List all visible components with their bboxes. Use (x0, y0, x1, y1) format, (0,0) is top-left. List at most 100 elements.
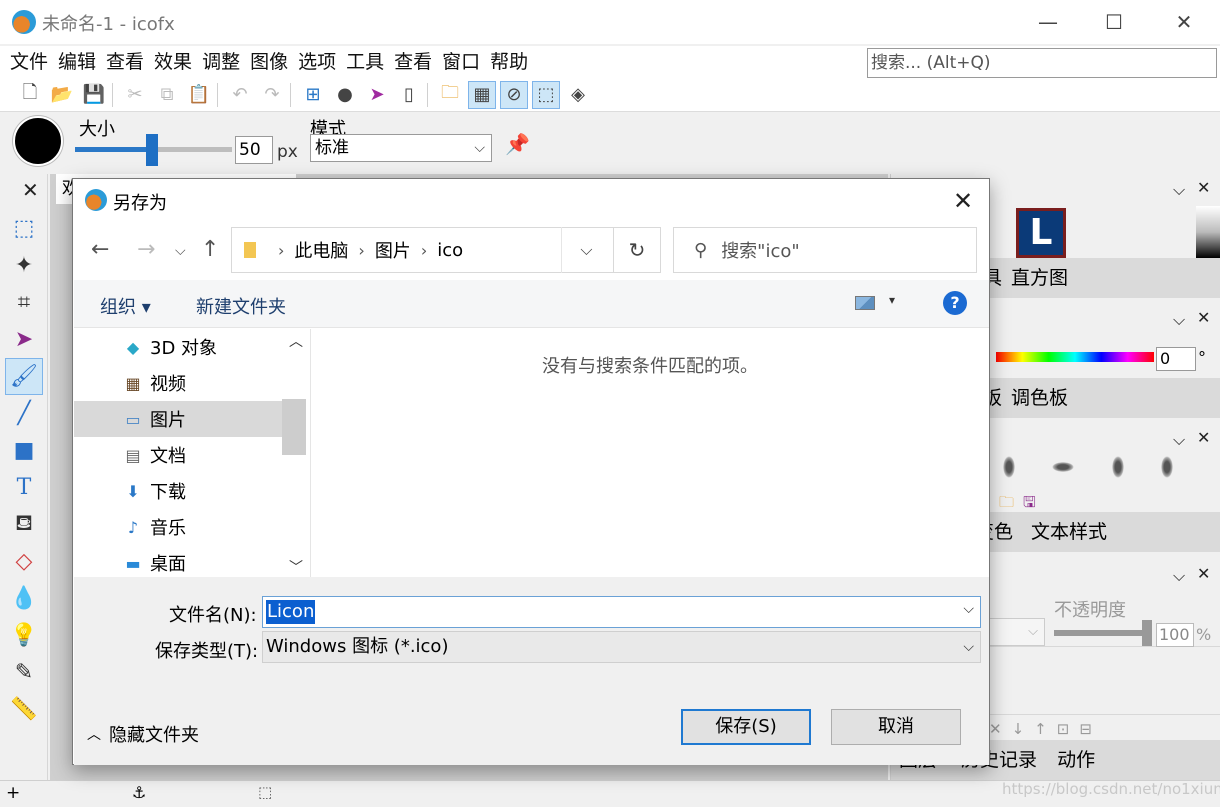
nav-item-downloads[interactable]: ⬇ 下载 (74, 473, 282, 509)
open-folder-icon[interactable]: 📂 (48, 81, 76, 109)
chevron-down-icon[interactable]: ⌵ (963, 601, 974, 617)
fill-bucket-icon[interactable]: ⛾ (0, 506, 48, 543)
move-icon[interactable]: ➤ (0, 321, 48, 358)
paste-icon[interactable]: 📋 (185, 81, 213, 109)
menu-window[interactable]: 窗口 (437, 46, 485, 78)
view-options-icon[interactable] (855, 296, 875, 310)
minimize-button[interactable]: — (1028, 8, 1068, 36)
cursor-icon[interactable]: ➤ (363, 81, 391, 109)
brush-icon[interactable]: 🖌 (5, 358, 43, 395)
brush-shape[interactable] (1052, 462, 1075, 472)
nav-item-videos[interactable]: ▦ 视频 (74, 365, 282, 401)
folder-search-input[interactable]: ⚲ 搜索"ico" (673, 227, 977, 273)
hide-folders-toggle[interactable]: ︿ 隐藏文件夹 (87, 721, 199, 747)
hue-slider[interactable] (996, 352, 1154, 362)
nav-item-pictures[interactable]: ▭ 图片 (74, 401, 282, 437)
panel-collapse-icon[interactable]: ⌵ (1173, 180, 1185, 200)
merge-down-icon[interactable]: ⊡ (1057, 720, 1070, 738)
brush-preview[interactable] (13, 116, 63, 166)
recent-chevron-icon[interactable]: ⌵ (175, 243, 186, 259)
close-icon[interactable]: ✕ (22, 178, 39, 202)
up-arrow-icon[interactable]: ↑ (201, 237, 219, 262)
tab-text-style[interactable]: 文本样式 (1031, 521, 1107, 543)
apple-icon[interactable]: ● (331, 81, 359, 109)
maximize-button[interactable]: ☐ (1094, 8, 1134, 36)
close-icon[interactable]: ✕ (953, 187, 973, 215)
delete-layer-icon[interactable]: ✕ (989, 720, 1002, 738)
selection-frame-icon[interactable]: ⬚ (532, 80, 560, 109)
phone-icon[interactable]: ▯ (395, 81, 423, 109)
checkerboard-icon[interactable]: ▦ (468, 80, 496, 109)
panel-close-icon[interactable]: ✕ (1197, 428, 1210, 447)
refresh-button[interactable]: ↻ (613, 227, 661, 273)
opacity-input[interactable]: 100 (1156, 623, 1194, 647)
size-slider-thumb[interactable] (146, 134, 158, 166)
menu-adjust[interactable]: 调整 (197, 46, 245, 78)
nav-item-3d-objects[interactable]: ◆ 3D 对象 (74, 329, 282, 365)
cut-icon[interactable]: ✂ (121, 81, 149, 109)
flatten-icon[interactable]: ⊟ (1079, 720, 1092, 738)
panel-close-icon[interactable]: ✕ (1197, 564, 1210, 583)
layer-up-icon[interactable]: ↑ (1034, 720, 1047, 738)
filename-input[interactable]: Licon ⌵ (262, 596, 981, 628)
menu-view-2[interactable]: 查看 (389, 46, 437, 78)
scroll-up-icon[interactable]: ︿ (289, 331, 303, 351)
rectangle-icon[interactable]: ■ (0, 432, 48, 469)
forward-arrow-icon[interactable]: → (137, 237, 155, 262)
panel-collapse-icon[interactable]: ⌵ (1173, 566, 1185, 586)
panel-collapse-icon[interactable]: ⌵ (1173, 310, 1185, 330)
nav-scrollbar-thumb[interactable] (282, 399, 306, 455)
preview-thumbnail[interactable]: L (1016, 208, 1066, 258)
help-button[interactable]: ? (943, 291, 967, 315)
nav-item-documents[interactable]: ▤ 文档 (74, 437, 282, 473)
text-icon[interactable]: T (0, 469, 48, 506)
menu-image[interactable]: 图像 (245, 46, 293, 78)
eraser-icon[interactable]: ◇ (0, 543, 48, 580)
hue-input[interactable]: 0 (1156, 347, 1196, 371)
pin-icon[interactable]: 📌 (505, 132, 530, 156)
menu-tools[interactable]: 工具 (341, 46, 389, 78)
transparency-icon[interactable]: ⊘ (500, 80, 528, 109)
menu-view[interactable]: 查看 (101, 46, 149, 78)
opacity-slider-track[interactable] (1054, 630, 1148, 636)
breadcrumb-pictures[interactable]: 图片 (375, 237, 411, 263)
nav-item-music[interactable]: ♪ 音乐 (74, 509, 282, 545)
layers-icon[interactable]: ◈ (564, 81, 592, 109)
marquee-icon[interactable]: ⬚ (0, 210, 48, 247)
close-window-button[interactable]: ✕ (1164, 8, 1204, 36)
breadcrumb-ico[interactable]: ico (437, 240, 463, 261)
opacity-slider-thumb[interactable] (1142, 620, 1152, 646)
save-button[interactable]: 保存(S) (681, 709, 811, 745)
tab-actions[interactable]: 动作 (1057, 749, 1095, 771)
new-file-icon[interactable]: 🗋 (16, 81, 44, 109)
global-search-input[interactable]: 搜索... (Alt+Q) (867, 48, 1217, 78)
browse-icon[interactable]: 🗀 (436, 81, 464, 109)
menu-effects[interactable]: 效果 (149, 46, 197, 78)
crop-icon[interactable]: ⌗ (0, 284, 48, 321)
tab-palette[interactable]: 调色板 (1011, 387, 1068, 409)
panel-collapse-icon[interactable]: ⌵ (1173, 430, 1185, 450)
nav-item-desktop[interactable]: ▬ 桌面 (74, 545, 282, 581)
copy-icon[interactable]: ⧉ (153, 81, 181, 109)
menu-edit[interactable]: 编辑 (53, 46, 101, 78)
layer-down-icon[interactable]: ↓ (1012, 720, 1025, 738)
menu-help[interactable]: 帮助 (485, 46, 533, 78)
organize-button[interactable]: 组织 ▾ (100, 293, 151, 319)
brush-shape[interactable] (1111, 456, 1124, 478)
windows-icon[interactable]: ⊞ (299, 81, 327, 109)
cancel-button[interactable]: 取消 (831, 709, 961, 745)
save-icon[interactable]: 💾 (80, 81, 108, 109)
new-folder-button[interactable]: 新建文件夹 (196, 293, 286, 319)
panel-close-icon[interactable]: ✕ (1197, 308, 1210, 327)
ruler-icon[interactable]: 📏 (0, 691, 48, 728)
magic-wand-icon[interactable]: ✦ (0, 247, 48, 284)
eyedropper-icon[interactable]: ✎ (0, 654, 48, 691)
undo-icon[interactable]: ↶ (226, 81, 254, 109)
blur-drop-icon[interactable]: 💧 (0, 580, 48, 617)
menu-file[interactable]: 文件 (5, 46, 53, 78)
panel-close-icon[interactable]: ✕ (1197, 178, 1210, 197)
grayscale-strip[interactable] (1196, 206, 1220, 258)
chevron-down-icon[interactable]: ▾ (889, 293, 895, 307)
line-icon[interactable]: ╱ (0, 395, 48, 432)
chevron-down-icon[interactable]: ⌵ (561, 227, 611, 273)
